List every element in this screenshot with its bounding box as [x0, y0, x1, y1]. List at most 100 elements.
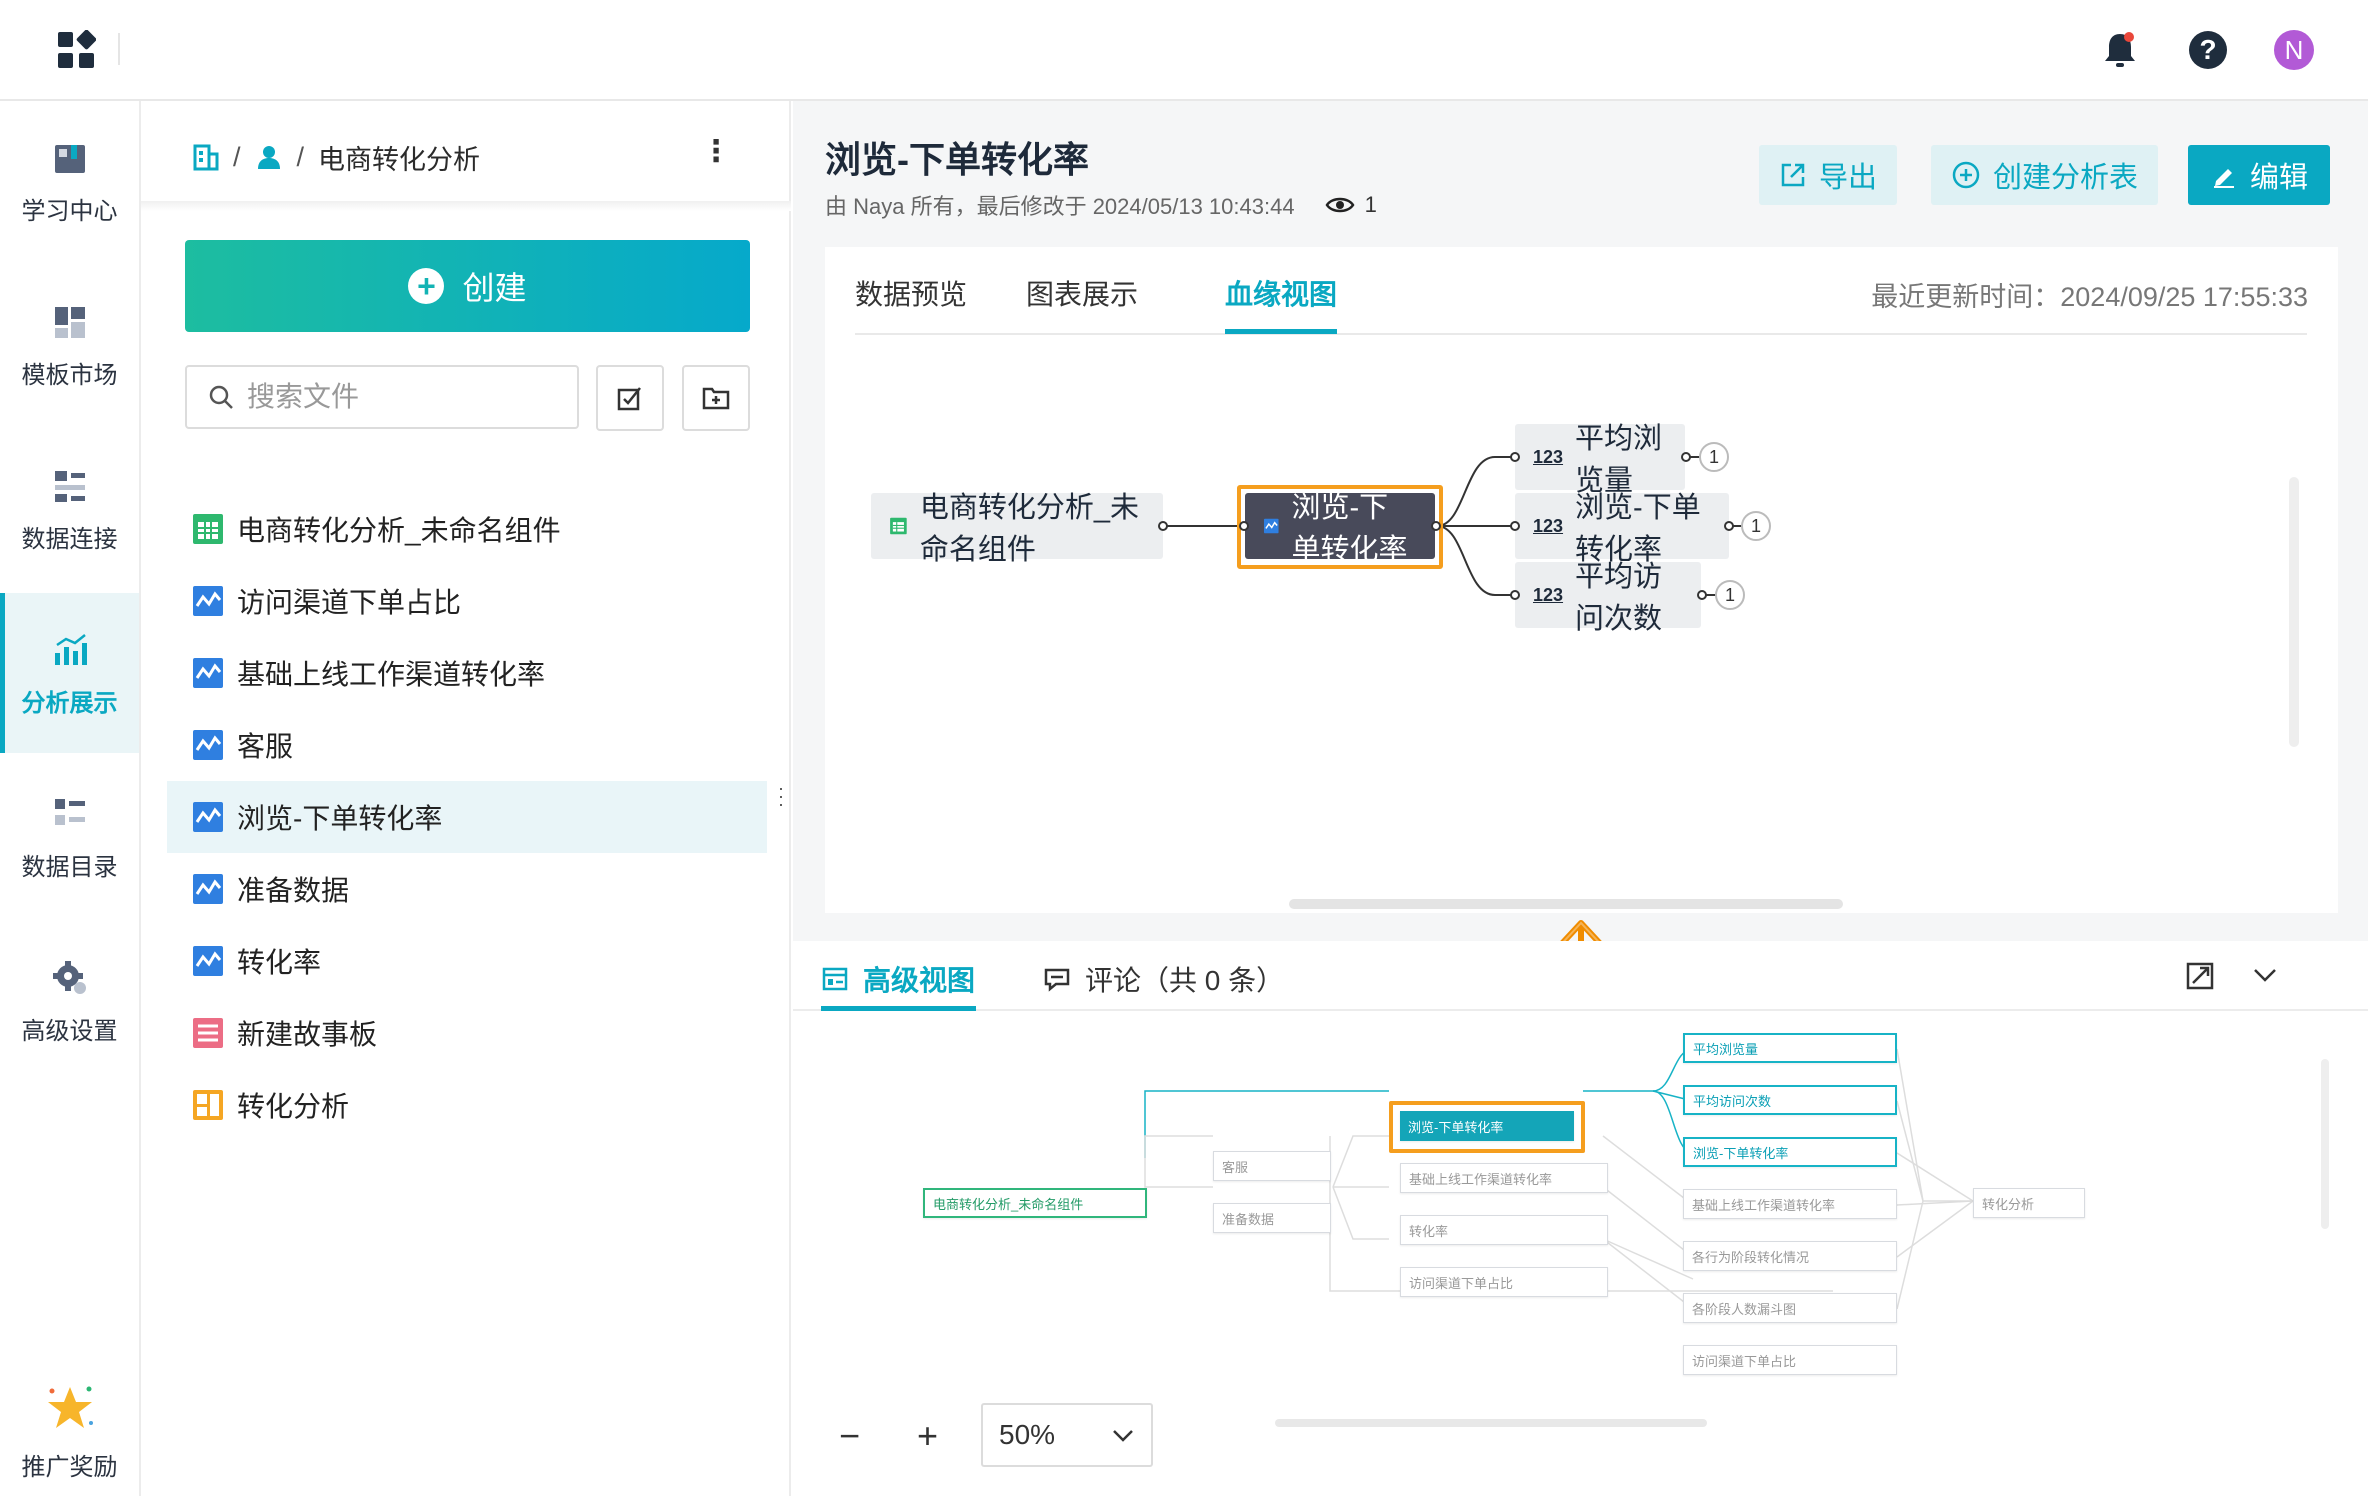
lineage-output-node[interactable]: 123 浏览-下单转化率	[1515, 492, 1729, 566]
file-item[interactable]: 基础上线工作渠道转化率	[167, 637, 767, 709]
create-analysis-table-button[interactable]: 创建分析表	[1931, 145, 2159, 205]
vertical-scrollbar[interactable]	[2321, 1059, 2329, 1229]
lineage-source-node[interactable]: 电商转化分析_未命名组件	[871, 492, 1163, 566]
create-button[interactable]: + 创建	[185, 240, 750, 332]
nav-data-connection[interactable]: 数据连接	[0, 429, 139, 589]
mini-node-output[interactable]: 平均访问次数	[1683, 1085, 1897, 1115]
nav-advanced-settings[interactable]: 高级设置	[0, 921, 139, 1081]
nav-analysis-display[interactable]: 分析展示	[0, 593, 139, 753]
tab-label: 高级视图	[863, 965, 976, 996]
lineage-output-node[interactable]: 123 平均访问次数	[1515, 561, 1701, 635]
mini-node[interactable]: 基础上线工作渠道转化率	[1400, 1163, 1608, 1193]
file-item[interactable]: 新建故事板	[167, 997, 767, 1069]
eye-icon	[1325, 197, 1355, 213]
breadcrumb: / / 电商转化分析	[193, 135, 480, 179]
mini-node-source[interactable]: 电商转化分析_未命名组件	[923, 1188, 1147, 1218]
zoom-level-value: 50%	[999, 1419, 1056, 1450]
downstream-count-badge[interactable]: 1	[1715, 580, 1745, 610]
mini-node[interactable]: 各行为阶段转化情况	[1683, 1241, 1897, 1271]
nav-label: 推广奖励	[21, 1453, 118, 1481]
edge-port	[1697, 590, 1707, 600]
chevron-down-icon[interactable]	[2251, 965, 2279, 985]
mini-node-output[interactable]: 浏览-下单转化率	[1683, 1137, 1897, 1167]
mini-node-center[interactable]: 浏览-下单转化率	[1400, 1111, 1574, 1141]
help-icon[interactable]: ?	[2186, 28, 2230, 72]
downstream-count-badge[interactable]: 1	[1741, 511, 1771, 541]
file-item[interactable]: 电商转化分析_未命名组件	[167, 493, 767, 565]
plus-circle-icon	[1952, 161, 1980, 189]
building-icon[interactable]	[193, 143, 219, 171]
horizontal-scrollbar[interactable]	[1275, 1419, 1707, 1427]
notification-bell-icon[interactable]	[2098, 28, 2142, 72]
export-label: 导出	[1819, 162, 1878, 194]
zoom-in-button[interactable]: +	[917, 1415, 938, 1457]
views-count: 1	[1364, 192, 1377, 217]
file-label: 转化率	[237, 947, 322, 978]
mini-node[interactable]: 准备数据	[1213, 1203, 1331, 1233]
file-item[interactable]: 转化分析	[167, 1069, 767, 1141]
export-button[interactable]: 导出	[1759, 145, 1898, 205]
user-folder-icon[interactable]	[255, 143, 283, 171]
mini-node[interactable]: 客服	[1213, 1151, 1331, 1181]
nav-template-market[interactable]: 模板市场	[0, 265, 139, 425]
downstream-count-badge[interactable]: 1	[1699, 442, 1729, 472]
detail-card: 浏览-下单转化率 由 Naya 所有，最后修改于 2024/05/13 10:4…	[793, 101, 2368, 941]
file-label: 电商转化分析_未命名组件	[237, 515, 561, 546]
owner-meta: 由 Naya 所有，最后修改于 2024/05/13 10:43:44 1	[825, 189, 1377, 221]
search-input[interactable]	[247, 381, 547, 413]
mini-node[interactable]: 转化分析	[1973, 1188, 2085, 1218]
file-item[interactable]: 准备数据	[167, 853, 767, 925]
nav-promotion-reward[interactable]: 推广奖励	[0, 1351, 139, 1496]
file-item[interactable]: 转化率	[167, 925, 767, 997]
mini-node[interactable]: 转化率	[1400, 1215, 1608, 1245]
mini-node[interactable]: 访问渠道下单占比	[1400, 1267, 1608, 1297]
breadcrumb-separator: /	[233, 141, 241, 172]
batch-select-button[interactable]	[596, 365, 664, 431]
app-menu-icon[interactable]	[56, 30, 96, 70]
more-options-icon[interactable]: ⋮	[701, 137, 731, 167]
new-folder-button[interactable]	[682, 365, 750, 431]
panel-divider	[141, 201, 791, 211]
node-label: 平均访问次数	[1575, 561, 1663, 635]
tab-lineage-view[interactable]: 血缘视图	[1225, 273, 1337, 313]
edge-port	[1510, 590, 1520, 600]
expand-icon[interactable]	[2185, 961, 2215, 991]
chevron-down-icon	[1113, 1430, 1133, 1442]
line-chart-icon	[193, 586, 223, 616]
tab-chart-display[interactable]: 图表展示	[1026, 273, 1138, 313]
vertical-scrollbar[interactable]	[2289, 477, 2299, 747]
breadcrumb-current[interactable]: 电商转化分析	[318, 138, 480, 177]
zoom-level-select[interactable]: 50%	[981, 1403, 1153, 1467]
edit-button[interactable]: 编辑	[2188, 145, 2331, 205]
nav-learning-center[interactable]: 学习中心	[0, 101, 139, 261]
mini-node-output[interactable]: 平均浏览量	[1683, 1033, 1897, 1063]
file-label: 新建故事板	[237, 1019, 378, 1050]
tab-comments[interactable]: 评论（共 0 条）	[1043, 959, 1284, 999]
file-panel: / / 电商转化分析 ⋮ + 创建 搜索文件 电商转化分析_未命名组件 访问渠道…	[141, 101, 791, 1496]
file-item-selected[interactable]: 浏览-下单转化率	[167, 781, 767, 853]
line-chart-icon	[193, 730, 223, 760]
lineage-output-node[interactable]: 123 平均浏览量	[1515, 423, 1685, 497]
mini-node[interactable]: 访问渠道下单占比	[1683, 1345, 1897, 1375]
user-avatar[interactable]: N	[2272, 28, 2316, 72]
tab-advanced-view[interactable]: 高级视图	[821, 959, 975, 999]
edge-port	[1724, 521, 1734, 531]
nav-data-catalog[interactable]: 数据目录	[0, 757, 139, 917]
tab-data-preview[interactable]: 数据预览	[855, 273, 967, 313]
mini-node[interactable]: 各阶段人数漏斗图	[1683, 1293, 1897, 1323]
file-item[interactable]: 客服	[167, 709, 767, 781]
star-reward-icon	[47, 1386, 93, 1428]
edge-port	[1681, 452, 1691, 462]
mini-node[interactable]: 基础上线工作渠道转化率	[1683, 1189, 1897, 1219]
file-label: 基础上线工作渠道转化率	[237, 659, 546, 690]
active-tab-indicator	[1225, 329, 1337, 334]
file-item[interactable]: 访问渠道下单占比	[167, 565, 767, 637]
story-board-icon	[193, 1018, 223, 1048]
line-chart-icon	[193, 874, 223, 904]
lineage-center-node[interactable]: 浏览-下单转化率	[1245, 492, 1435, 566]
zoom-out-button[interactable]: −	[839, 1415, 860, 1457]
horizontal-scrollbar[interactable]	[1289, 899, 1843, 909]
panel-resize-handle[interactable]: · · ·	[778, 779, 784, 813]
line-chart-icon	[193, 658, 223, 688]
file-label: 转化分析	[237, 1091, 350, 1122]
